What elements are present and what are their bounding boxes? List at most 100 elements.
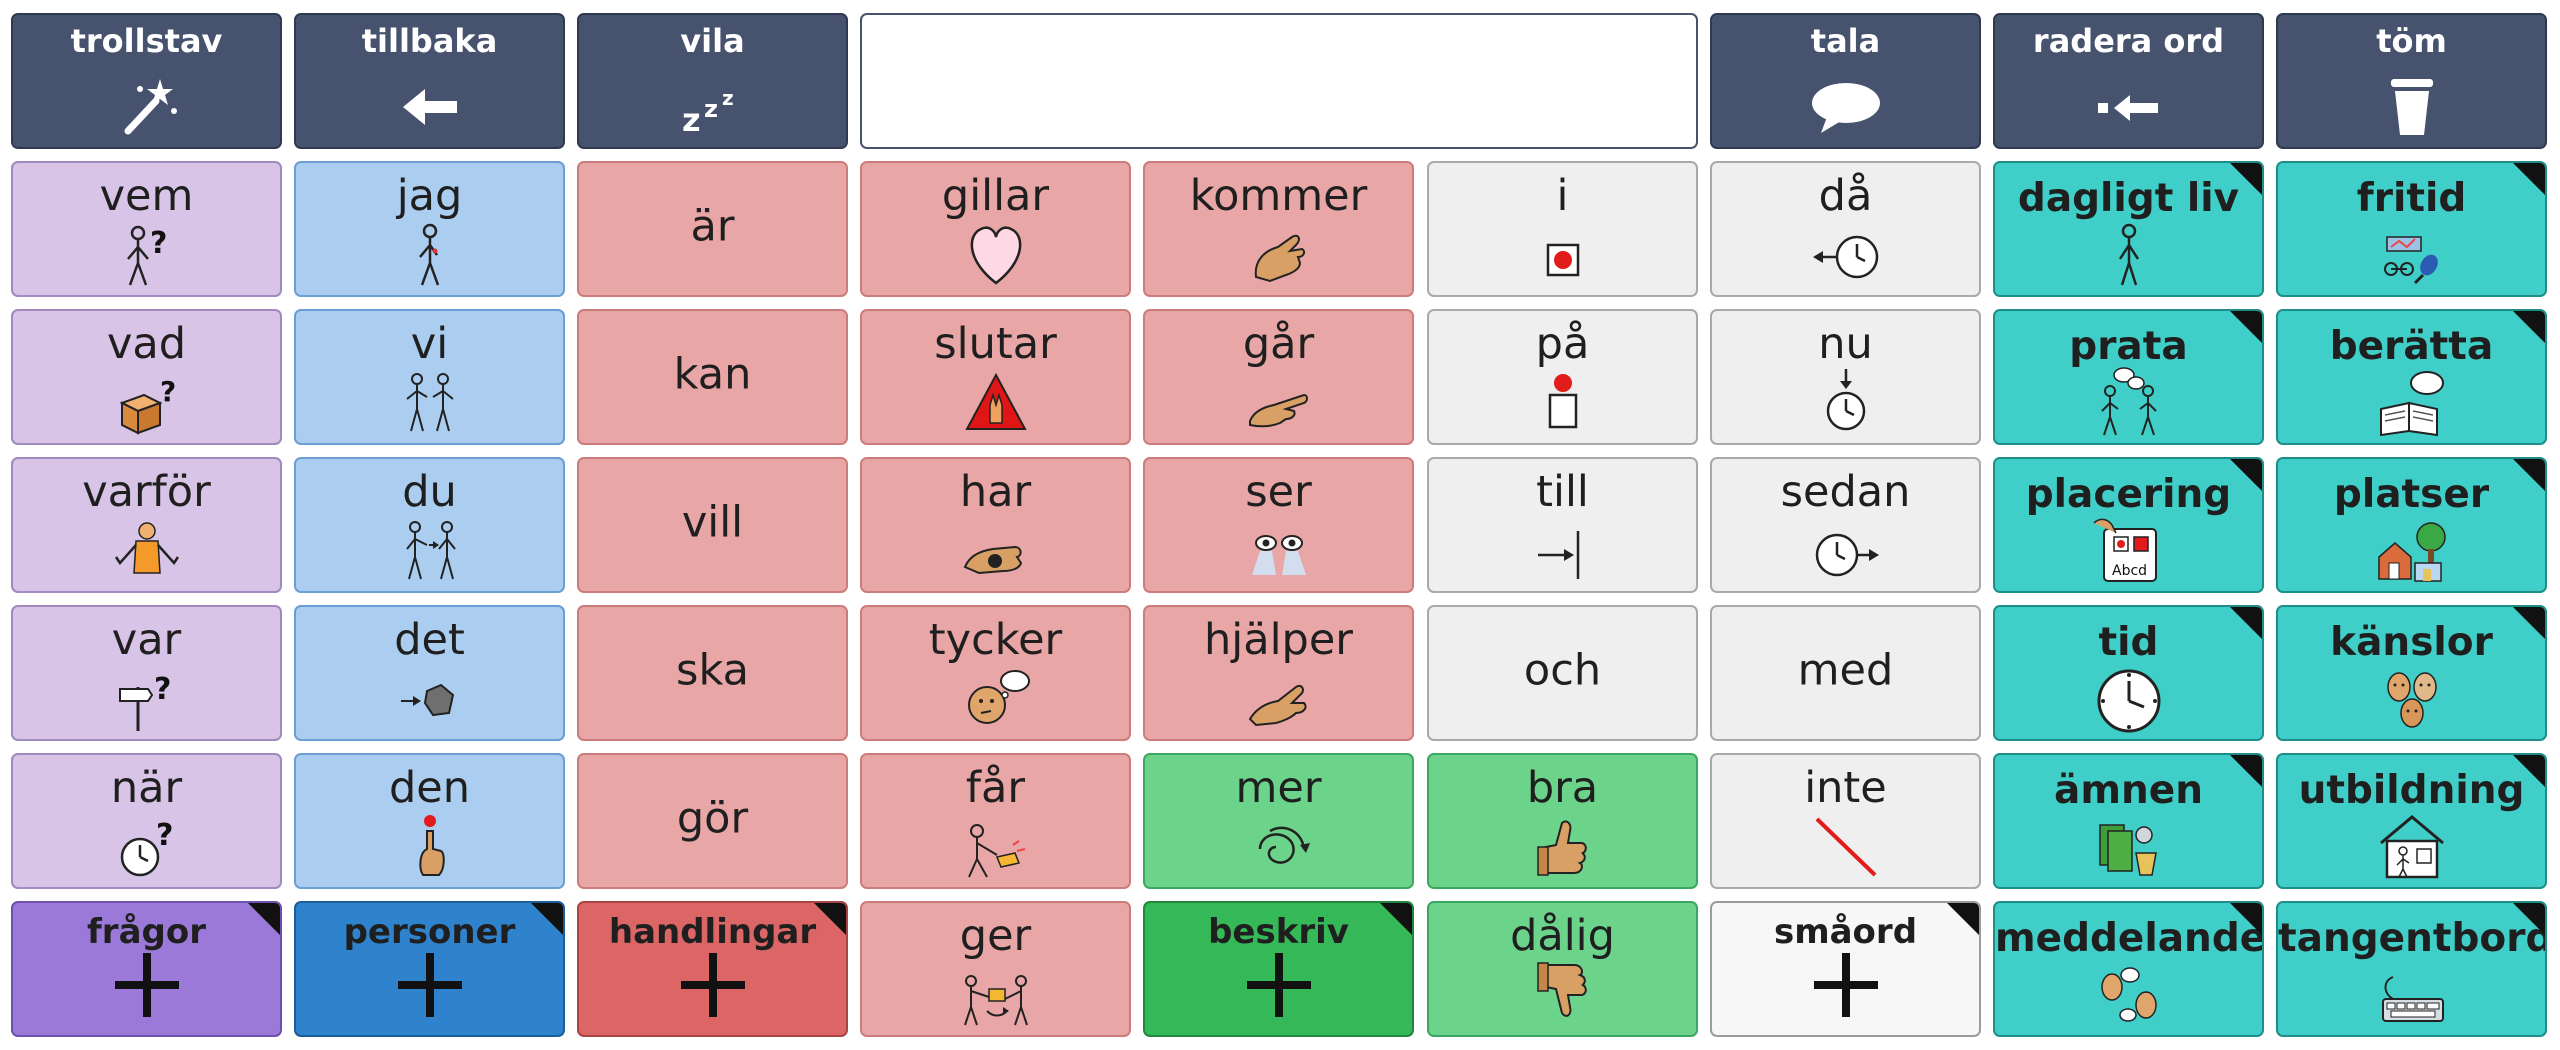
word-vad[interactable]: vad ? xyxy=(11,309,282,445)
word-label: och xyxy=(1523,645,1602,696)
wand-label: trollstav xyxy=(70,22,223,60)
to-arrow-icon xyxy=(1524,513,1602,585)
category-smaord[interactable]: småord xyxy=(1710,901,1981,1037)
word-med[interactable]: med xyxy=(1710,605,1981,741)
category-meddelanden[interactable]: meddelanden xyxy=(1993,901,2264,1037)
word-da[interactable]: då xyxy=(1710,161,1981,297)
more-swirl-icon xyxy=(1240,809,1318,881)
word-nu[interactable]: nu xyxy=(1710,309,1981,445)
category-beskriv[interactable]: beskriv xyxy=(1143,901,1414,1037)
word-label: vi xyxy=(410,319,449,369)
category-placering[interactable]: placering Abcd xyxy=(1993,457,2264,593)
category-tid[interactable]: tid xyxy=(1993,605,2264,741)
category-personer[interactable]: personer xyxy=(294,901,565,1037)
category-fragor[interactable]: frågor xyxy=(11,901,282,1037)
leisure-icon xyxy=(2373,217,2451,289)
beckoning-hand-icon xyxy=(1240,217,1318,289)
folder-corner-icon xyxy=(2229,311,2262,344)
word-label: med xyxy=(1797,645,1894,696)
word-har[interactable]: har xyxy=(860,457,1131,593)
word-gillar[interactable]: gillar xyxy=(860,161,1131,297)
category-tangentbord[interactable]: tangentbord xyxy=(2276,901,2547,1037)
word-far[interactable]: får xyxy=(860,753,1131,889)
folder-corner-icon xyxy=(2512,755,2545,788)
on-box-icon xyxy=(1524,365,1602,437)
word-label: dålig xyxy=(1510,911,1615,961)
word-label: är xyxy=(690,201,735,252)
word-tycker[interactable]: tycker xyxy=(860,605,1131,741)
word-vi[interactable]: vi xyxy=(294,309,565,445)
category-utbildning[interactable]: utbildning xyxy=(2276,753,2547,889)
category-prata[interactable]: prata xyxy=(1993,309,2264,445)
word-sedan[interactable]: sedan xyxy=(1710,457,1981,593)
word-hjalper[interactable]: hjälper xyxy=(1143,605,1414,741)
word-till[interactable]: till xyxy=(1427,457,1698,593)
category-fritid[interactable]: fritid xyxy=(2276,161,2547,297)
message-display[interactable] xyxy=(860,13,1698,149)
word-ar[interactable]: är xyxy=(577,161,848,297)
word-det[interactable]: det xyxy=(294,605,565,741)
category-dagligt-liv[interactable]: dagligt liv xyxy=(1993,161,2264,297)
word-i[interactable]: i xyxy=(1427,161,1698,297)
pointing-hand-icon xyxy=(1240,365,1318,437)
word-gor[interactable]: gör xyxy=(577,753,848,889)
folder-corner-icon xyxy=(2512,903,2545,936)
word-inte[interactable]: inte xyxy=(1710,753,1981,889)
category-kanslor[interactable]: känslor xyxy=(2276,605,2547,741)
word-varfor[interactable]: varför xyxy=(11,457,282,593)
word-label: nu xyxy=(1818,319,1873,369)
back-arrow-icon xyxy=(391,75,469,137)
word-label: får xyxy=(965,763,1026,813)
clear-button[interactable]: töm xyxy=(2276,13,2547,149)
word-label: jag xyxy=(396,171,463,221)
category-label: fritid xyxy=(2356,176,2467,221)
word-vill[interactable]: vill xyxy=(577,457,848,593)
word-gar[interactable]: går xyxy=(1143,309,1414,445)
word-kommer[interactable]: kommer xyxy=(1143,161,1414,297)
word-mer[interactable]: mer xyxy=(1143,753,1414,889)
folder-corner-icon xyxy=(2512,459,2545,492)
category-platser[interactable]: platser xyxy=(2276,457,2547,593)
word-kan[interactable]: kan xyxy=(577,309,848,445)
wand-button[interactable]: trollstav xyxy=(11,13,282,149)
word-ser[interactable]: ser xyxy=(1143,457,1414,593)
word-ska[interactable]: ska xyxy=(577,605,848,741)
word-dalig[interactable]: dålig xyxy=(1427,901,1698,1037)
folder-corner-icon xyxy=(2229,607,2262,640)
word-pa[interactable]: på xyxy=(1427,309,1698,445)
word-jag[interactable]: jag xyxy=(294,161,565,297)
word-vem[interactable]: vem ? xyxy=(11,161,282,297)
future-clock-icon xyxy=(1807,513,1885,585)
word-den[interactable]: den xyxy=(294,753,565,889)
word-bra[interactable]: bra xyxy=(1427,753,1698,889)
word-label: mer xyxy=(1235,763,1322,813)
category-amnen[interactable]: ämnen xyxy=(1993,753,2264,889)
category-label: platser xyxy=(2333,472,2490,517)
thumbs-down-icon xyxy=(1524,957,1602,1029)
folder-corner-icon xyxy=(247,903,280,936)
plus-icon xyxy=(397,953,462,1017)
keyboard-icon xyxy=(2373,957,2451,1029)
sleep-button[interactable]: vila zzz xyxy=(577,13,848,149)
folder-corner-icon xyxy=(1379,903,1412,936)
word-var[interactable]: var ? xyxy=(11,605,282,741)
word-label: slutar xyxy=(934,319,1057,369)
back-button[interactable]: tillbaka xyxy=(294,13,565,149)
word-label: har xyxy=(959,467,1032,517)
word-slutar[interactable]: slutar xyxy=(860,309,1131,445)
you-people-icon xyxy=(391,513,469,585)
category-beratta[interactable]: berätta xyxy=(2276,309,2547,445)
word-nar[interactable]: när ? xyxy=(11,753,282,889)
category-handlingar[interactable]: handlingar xyxy=(577,901,848,1037)
shrugging-person-icon xyxy=(108,513,186,585)
word-och[interactable]: och xyxy=(1427,605,1698,741)
receiving-person-icon xyxy=(957,809,1035,881)
speak-button[interactable]: tala xyxy=(1710,13,1981,149)
person-self-icon xyxy=(391,217,469,289)
word-du[interactable]: du xyxy=(294,457,565,593)
folder-corner-icon xyxy=(2512,163,2545,196)
delete-word-button[interactable]: radera ord xyxy=(1993,13,2264,149)
word-ger[interactable]: ger xyxy=(860,901,1131,1037)
not-slash-icon xyxy=(1807,809,1885,881)
plus-icon xyxy=(680,953,745,1017)
